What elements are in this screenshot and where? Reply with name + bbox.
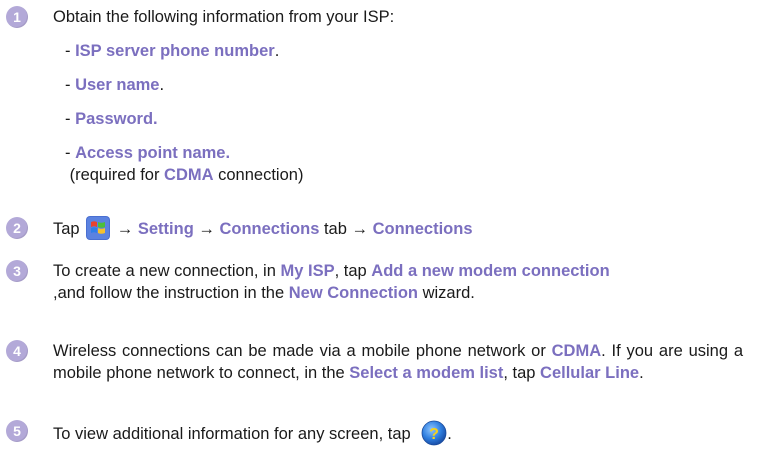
list-item: - ISP server phone number.	[65, 42, 280, 60]
list-item: - User name.	[65, 76, 165, 94]
step-1-intro: Obtain the following information from yo…	[53, 8, 395, 26]
svg-text:?: ?	[429, 426, 439, 443]
step-5-text: To view additional information for any s…	[53, 420, 452, 446]
step-3-line-2: ,and follow the instruction in the New C…	[53, 284, 475, 302]
step-number-badge: 5	[6, 420, 28, 442]
step-4-text: Wireless connections can be made via a m…	[53, 342, 744, 382]
list-item: - Access point name.	[65, 144, 231, 162]
cdma-note: (required for CDMA connection)	[65, 166, 304, 184]
help-icon: ?	[421, 420, 447, 446]
step-2-text: Tap → Setting → Connections tab → Connec…	[53, 216, 473, 240]
windows-start-icon	[86, 216, 111, 240]
list-item: - Password.	[65, 110, 158, 128]
step-number-badge: 2	[6, 217, 28, 239]
step-number-badge: 3	[6, 260, 28, 282]
step-3-line-1: To create a new connection, in My ISP, t…	[53, 262, 610, 280]
step-number-badge: 4	[6, 340, 28, 362]
step-number-badge: 1	[6, 6, 28, 28]
